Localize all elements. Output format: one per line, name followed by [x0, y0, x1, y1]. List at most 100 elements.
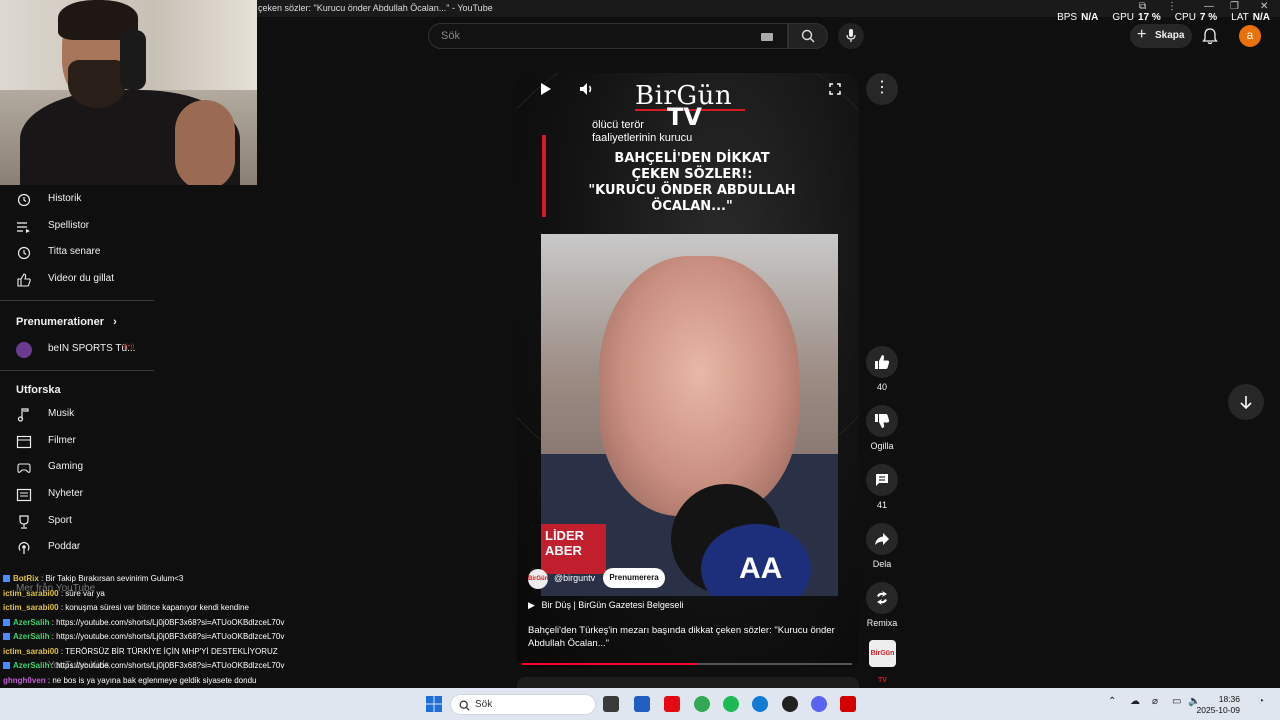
create-button[interactable]: + Skapa — [1130, 24, 1192, 48]
chat-username: AzerSalih — [13, 661, 50, 670]
sidebar-divider — [0, 370, 154, 371]
sidebar-item-label: Gaming — [48, 461, 84, 472]
sidebar-item-news[interactable]: Nyheter — [16, 485, 156, 505]
sidebar-item-liked-videos[interactable]: Videor du gillat — [16, 270, 156, 290]
share-button[interactable] — [866, 523, 898, 555]
more-vert-icon: ⋮ — [874, 79, 890, 96]
play-button[interactable] — [535, 79, 555, 99]
sidebar-item-label: Titta senare — [48, 246, 101, 257]
sidebar-item-history[interactable]: Historik — [16, 190, 156, 210]
chat-message: ghngh0ven : ne bos is ya yayına bak egle… — [0, 674, 386, 689]
thumbs-down-icon — [875, 414, 890, 428]
subscribe-button[interactable]: Prenumerera — [603, 568, 665, 588]
sidebar-item-label: Videor du gillat — [48, 273, 114, 284]
video-title[interactable]: Bahçeli'den Türkeş'in mezarı başında dik… — [528, 624, 848, 650]
fullscreen-button[interactable] — [825, 79, 845, 99]
search-input[interactable]: Sök — [428, 23, 788, 49]
live-indicator: ((•)) — [124, 344, 135, 350]
remix-action[interactable]: Remixa — [866, 582, 898, 628]
restore-icon[interactable]: ❐ — [1230, 1, 1239, 12]
search-button[interactable] — [788, 23, 828, 49]
remix-button[interactable] — [866, 582, 898, 614]
arrow-down-icon — [1240, 396, 1252, 410]
like-action[interactable]: 40 — [866, 346, 898, 392]
taskbar-search[interactable]: Sök — [450, 694, 596, 715]
youtube-icon[interactable] — [840, 696, 856, 712]
netflix-icon[interactable] — [664, 696, 680, 712]
sidebar-item-label: Sport — [48, 515, 72, 526]
dislike-button[interactable] — [866, 405, 898, 437]
sidebar-item-films[interactable]: Filmer — [16, 432, 156, 452]
close-icon[interactable]: ✕ — [1260, 1, 1268, 12]
windows-start-icon[interactable] — [426, 696, 442, 712]
sidebar-item-watch-later[interactable]: Titta senare — [16, 243, 156, 263]
keyboard-icon[interactable] — [761, 33, 773, 41]
playlist-link[interactable]: ▶ Bir Düş | BirGün Gazetesi Belgeseli — [528, 600, 683, 611]
channel-avatar[interactable]: BirGün — [528, 569, 548, 589]
channel-thumbnail[interactable]: BirGün TV — [869, 640, 896, 684]
chat-message: ictim_sarabi00 : süre var ya — [0, 587, 386, 602]
minimize-icon[interactable]: — — [1204, 1, 1214, 12]
chat-username: AzerSalih — [13, 617, 50, 627]
stat-lat: LAT N/A — [1231, 12, 1270, 23]
sidebar-item-podcasts[interactable]: Poddar — [16, 538, 156, 558]
comment-icon — [876, 474, 888, 486]
channel-handle[interactable]: @birguntv — [554, 573, 595, 583]
network-icon[interactable]: ▭ — [1172, 696, 1181, 707]
chat-username: ictim_sarabi00 — [3, 646, 59, 656]
dislike-action[interactable]: Ogilla — [866, 405, 898, 451]
progress-bar[interactable] — [522, 663, 852, 665]
share-action[interactable]: Dela — [866, 523, 898, 569]
explore-heading: Utforska — [16, 384, 61, 396]
notifications-button[interactable] — [1202, 27, 1218, 45]
chat-badge-icon — [3, 633, 10, 640]
chat-message: ictim_sarabi00 : TERÖRSÜZ BİR TÜRKİYE İÇ… — [0, 645, 386, 660]
sidebar-item-subscription[interactable]: beIN SPORTS Tü... ((•)) — [16, 340, 156, 360]
subscriptions-heading[interactable]: Prenumerationer › — [16, 316, 117, 328]
store-icon[interactable] — [634, 696, 650, 712]
press-mic-label: LİDER ABER — [541, 524, 606, 574]
chat-message: AzerSalih : https://youtube.com/shorts/L… — [0, 616, 386, 631]
notifications-bell-icon[interactable]: ◔ — [1258, 696, 1264, 707]
sidebar-item-gaming[interactable]: Gaming — [16, 458, 156, 478]
edge-icon[interactable] — [752, 696, 768, 712]
video-frame: LİDER ABER AA — [541, 234, 838, 596]
tray-chevron-up-icon[interactable]: ⌃ — [1108, 696, 1116, 707]
spotify-icon[interactable] — [723, 696, 739, 712]
sidebar-item-playlists[interactable]: Spellistor — [16, 217, 156, 237]
search-icon — [459, 700, 470, 711]
chat-message: ictim_sarabi00 : konuşma süresi var biti… — [0, 601, 386, 616]
shorts-player[interactable]: BirGün TV ölücü terör faaliyetlerinin ku… — [517, 73, 859, 668]
sidebar-item-sport[interactable]: Sport — [16, 512, 156, 532]
video-headline: BAHÇELİ'DEN DİKKAT ÇEKEN SÖZLER!: "KURUC… — [588, 151, 796, 214]
extensions-icon[interactable]: ⧉ — [1139, 1, 1146, 12]
obs-icon[interactable] — [782, 696, 798, 712]
tray-mic-icon[interactable]: ⌀ — [1152, 696, 1158, 707]
like-button[interactable] — [866, 346, 898, 378]
taskbar-clock[interactable]: 18:36 2025-10-09 — [1197, 694, 1240, 716]
comments-button[interactable] — [866, 464, 898, 496]
chat-text: : https://youtube.com/shorts/Lj0j0BF3x68… — [49, 617, 285, 627]
menu-dots-icon[interactable]: ⋮ — [1167, 1, 1177, 12]
taskbar-search-label: Sök — [475, 699, 493, 710]
volume-icon — [580, 83, 592, 95]
task-view-icon[interactable] — [603, 696, 619, 712]
volume-button[interactable] — [577, 79, 597, 99]
like-count: 40 — [876, 382, 887, 392]
stat-cpu: CPU 7 % — [1174, 12, 1218, 23]
sidebar-item-music[interactable]: Musik — [16, 405, 156, 425]
next-short-button[interactable] — [1228, 384, 1264, 420]
voice-search-button[interactable] — [838, 23, 864, 49]
sidebar-item-label: Filmer — [48, 435, 76, 446]
sidebar-item-label: Spellistor — [48, 220, 90, 231]
windows-taskbar: Sök ⌃ ☁ ⌀ ▭ 🔈 18:36 2025-10-09 ◔ — [0, 688, 1280, 720]
comments-action[interactable]: 41 — [866, 464, 898, 510]
window-title: çeken sözler: "Kurucu önder Abdullah Öca… — [258, 3, 493, 13]
account-avatar[interactable]: a — [1239, 25, 1261, 47]
cloud-icon[interactable]: ☁ — [1130, 696, 1140, 707]
progress-fill — [522, 663, 697, 665]
chat-badge-icon — [3, 662, 10, 669]
chrome-icon[interactable] — [694, 696, 710, 712]
discord-icon[interactable] — [811, 696, 827, 712]
more-options-button[interactable]: ⋮ — [866, 73, 898, 105]
